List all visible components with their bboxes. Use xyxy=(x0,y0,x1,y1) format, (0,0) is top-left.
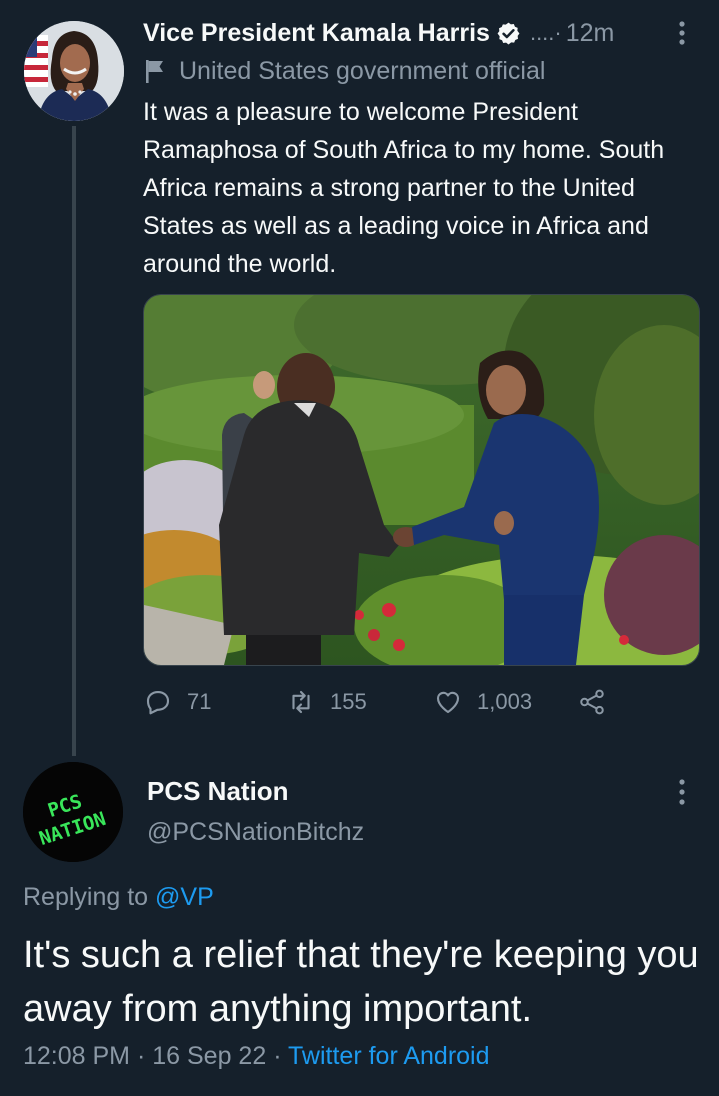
reply-date[interactable]: 16 Sep 22 xyxy=(152,1042,266,1070)
pcs-nation-logo: PCS NATION xyxy=(23,762,123,862)
reply-text: It's such a relief that they're keeping … xyxy=(23,934,699,1030)
replying-to-prefix: Replying to xyxy=(23,883,149,911)
replying-to-line: Replying to @VP xyxy=(23,883,214,912)
avatar-portrait-image xyxy=(24,21,124,121)
reply-author-name[interactable]: PCS Nation xyxy=(147,776,289,807)
thread-connector-line xyxy=(72,126,76,756)
more-options-icon[interactable] xyxy=(670,18,694,48)
flag-icon xyxy=(146,60,163,83)
reply-time[interactable]: 12:08 PM xyxy=(23,1042,130,1070)
retweet-icon xyxy=(292,690,310,714)
replying-to-link[interactable]: @VP xyxy=(155,883,214,911)
reply-button[interactable]: 71 xyxy=(143,680,211,724)
reply-client-link[interactable]: Twitter for Android xyxy=(288,1042,489,1070)
heart-icon xyxy=(436,691,460,714)
reply-author-avatar[interactable]: PCS NATION xyxy=(23,762,123,862)
author-avatar[interactable] xyxy=(24,21,124,121)
reply-count: 71 xyxy=(187,689,212,714)
like-count: 1,003 xyxy=(477,689,533,714)
reply-more-options-icon[interactable] xyxy=(670,776,694,808)
retweet-button[interactable]: 155 xyxy=(286,680,367,724)
retweet-count: 155 xyxy=(330,689,367,714)
separator-dot: · xyxy=(136,1042,146,1070)
reply-metadata: 12:08 PM · 16 Sep 22 · Twitter for Andro… xyxy=(23,1042,490,1071)
author-name[interactable]: Vice President Kamala Harris xyxy=(143,19,490,48)
government-label[interactable]: United States government official xyxy=(143,55,545,87)
reply-icon xyxy=(146,690,170,715)
tweet-header: Vice President Kamala Harris ....· 12m xyxy=(143,14,614,52)
tweet-photo[interactable] xyxy=(143,294,700,666)
photo-handshake-image xyxy=(144,295,699,665)
tweet-text: It was a pleasure to welcome President R… xyxy=(143,98,665,278)
author-handle-truncated[interactable]: ....· xyxy=(530,20,562,46)
reply-author-handle[interactable]: @PCSNationBitchz xyxy=(147,818,364,847)
share-button[interactable] xyxy=(577,680,607,724)
tweet-timestamp[interactable]: 12m xyxy=(566,19,615,48)
government-label-text: United States government official xyxy=(179,56,546,85)
share-icon xyxy=(580,689,604,715)
separator-dot: · xyxy=(273,1042,282,1070)
verified-badge-icon xyxy=(497,22,520,44)
tweet-action-bar: 71 155 1,003 xyxy=(143,680,623,724)
like-button[interactable]: 1,003 xyxy=(433,680,532,724)
